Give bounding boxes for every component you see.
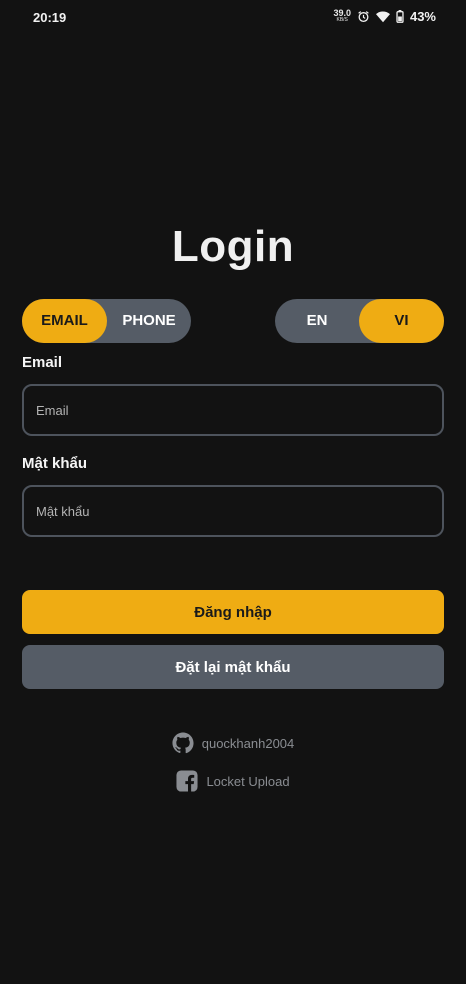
password-label: Mật khẩu	[22, 455, 88, 472]
email-label: Email	[22, 354, 63, 371]
alarm-icon	[357, 10, 370, 23]
password-field[interactable]	[22, 485, 444, 537]
email-field[interactable]	[22, 384, 444, 436]
language-vi-option[interactable]: VI	[359, 299, 444, 343]
facebook-link[interactable]: Locket Upload	[0, 770, 466, 792]
reset-password-button[interactable]: Đặt lại mật khẩu	[22, 645, 444, 689]
login-method-toggle: EMAIL PHONE	[22, 299, 191, 343]
facebook-link-text: Locket Upload	[206, 773, 290, 789]
network-speed: 39.0 KB/S	[333, 7, 351, 24]
facebook-icon	[176, 770, 198, 792]
login-method-phone-option[interactable]: PHONE	[107, 299, 191, 343]
login-screen: 20:19 39.0 KB/S 43% Login EMAIL PHONE EN…	[0, 0, 466, 984]
login-method-email-option[interactable]: EMAIL	[22, 299, 107, 343]
github-link-text: quockhanh2004	[201, 735, 295, 751]
github-icon	[172, 732, 194, 754]
network-speed-value: 39.0	[333, 7, 351, 18]
status-time: 20:19	[33, 10, 67, 25]
status-indicators: 39.0 KB/S 43%	[333, 7, 436, 24]
language-toggle: EN VI	[275, 299, 444, 343]
status-bar: 20:19 39.0 KB/S 43%	[0, 0, 466, 36]
wifi-icon	[375, 10, 390, 23]
battery-percentage: 43%	[409, 9, 436, 24]
network-speed-unit: KB/S	[336, 16, 348, 23]
login-button[interactable]: Đăng nhập	[22, 590, 444, 634]
battery-icon	[396, 10, 404, 23]
language-en-option[interactable]: EN	[275, 299, 359, 343]
github-link[interactable]: quockhanh2004	[0, 732, 466, 754]
page-title: Login	[171, 222, 295, 271]
